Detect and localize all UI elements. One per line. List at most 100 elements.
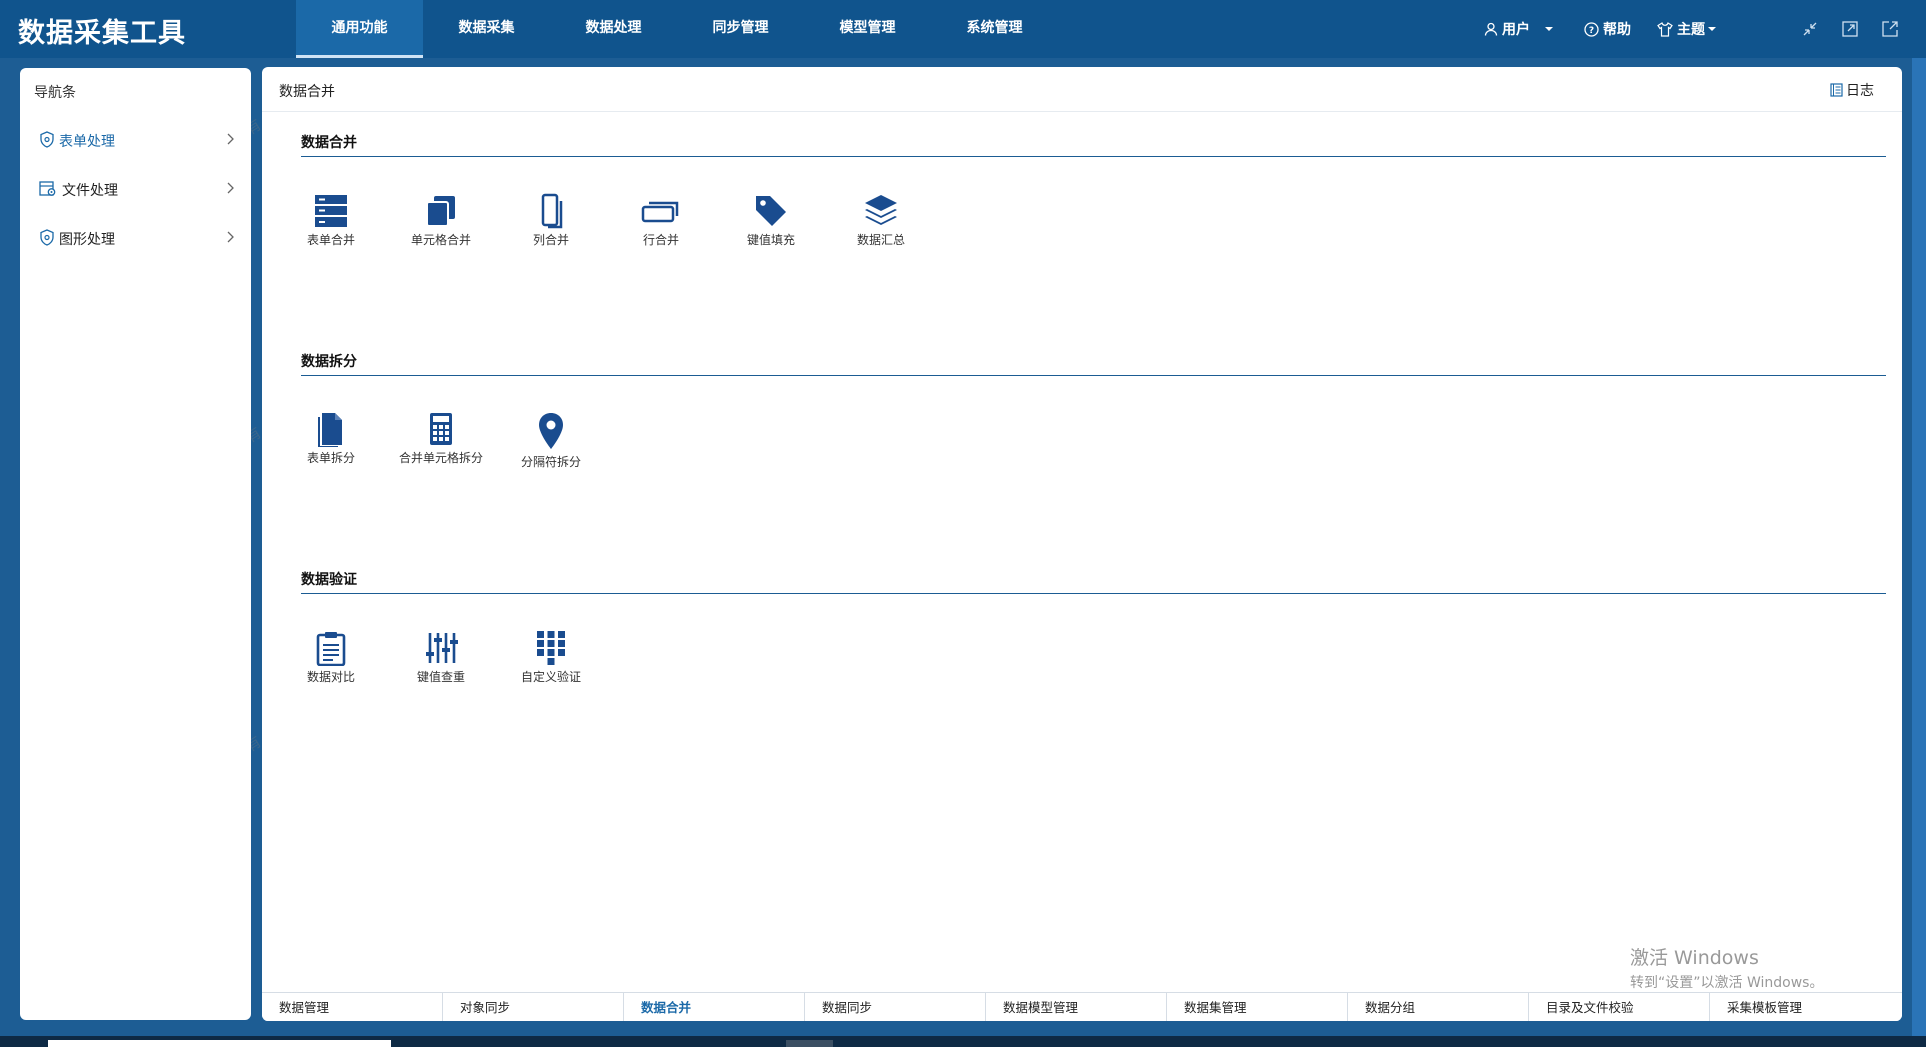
main-panel: 数据合并 日志 数据合并 表单合并 单元格合并 列合并 行合并 键值填充 数据汇… <box>262 67 1902 1021</box>
bottom-tab-object-sync[interactable]: 对象同步 <box>443 993 624 1021</box>
minimize-icon[interactable] <box>1800 19 1820 39</box>
sidebar-item-label: 表单处理 <box>59 134 115 150</box>
layers-icon <box>865 195 897 225</box>
bottom-tab-dataset-management[interactable]: 数据集管理 <box>1167 993 1348 1021</box>
tool-label: 表单合并 <box>306 233 355 247</box>
bottom-tab-data-model-management[interactable]: 数据模型管理 <box>986 993 1167 1021</box>
tool-label: 自定义验证 <box>520 670 581 684</box>
chevron-right-icon <box>227 133 234 145</box>
tool-key-duplicate-check[interactable]: 键值查重 <box>391 630 491 685</box>
tool-label: 合并单元格拆分 <box>398 451 483 465</box>
clipboard-icon <box>316 632 346 666</box>
shield-icon <box>40 131 54 148</box>
nav-tab-sync[interactable]: 同步管理 <box>677 0 804 58</box>
map-pin-icon <box>539 413 563 449</box>
section-divider <box>301 375 1886 376</box>
log-icon <box>1830 83 1843 97</box>
sidebar-item-form-processing[interactable]: 表单处理 <box>20 125 251 155</box>
bottom-tab-data-sync[interactable]: 数据同步 <box>805 993 986 1021</box>
section-title-split: 数据拆分 <box>301 354 357 370</box>
caret-down-icon <box>1545 27 1553 31</box>
nav-tab-general[interactable]: 通用功能 <box>296 0 423 58</box>
tag-icon <box>756 196 786 226</box>
sidebar-item-label: 图形处理 <box>59 232 115 248</box>
shield-icon <box>40 229 54 246</box>
activation-subtitle: 转到“设置”以激活 Windows。 <box>1630 975 1824 991</box>
section-title-merge: 数据合并 <box>301 135 357 151</box>
svg-text:?: ? <box>1589 26 1594 36</box>
panel-header: 数据合并 日志 <box>262 67 1902 112</box>
taskbar-app[interactable] <box>786 1040 833 1047</box>
bottom-tab-directory-file-check[interactable]: 目录及文件校验 <box>1529 993 1710 1021</box>
sliders-icon <box>426 633 458 663</box>
section-divider <box>301 593 1886 594</box>
sidebar: 导航条 表单处理 文件处理 图形处理 <box>20 68 251 1020</box>
popout-icon[interactable] <box>1880 19 1900 39</box>
top-bar: 数据采集工具 通用功能 数据采集 数据处理 同步管理 模型管理 系统管理 用户 … <box>0 0 1926 58</box>
sidebar-item-graphic-processing[interactable]: 图形处理 <box>20 223 251 253</box>
sidebar-title: 导航条 <box>34 85 76 101</box>
help-icon: ? <box>1584 21 1599 37</box>
user-label: 用户 <box>1502 22 1530 38</box>
tool-merged-cell-split[interactable]: 合并单元格拆分 <box>391 411 491 466</box>
calculator-icon <box>430 413 452 445</box>
section-divider <box>301 156 1886 157</box>
tool-data-summary[interactable]: 数据汇总 <box>831 193 931 248</box>
nav-tab-system[interactable]: 系统管理 <box>931 0 1058 58</box>
file-gear-icon <box>39 181 56 196</box>
maximize-icon[interactable] <box>1840 19 1860 39</box>
tool-custom-validation[interactable]: 自定义验证 <box>501 630 601 685</box>
log-label: 日志 <box>1846 83 1874 99</box>
caret-down-icon <box>1708 27 1716 31</box>
shirt-icon <box>1657 21 1673 37</box>
tool-column-merge[interactable]: 列合并 <box>501 193 601 248</box>
taskbar-search[interactable] <box>48 1040 391 1047</box>
windows-activation-notice: 激活 Windows 转到“设置”以激活 Windows。 <box>1630 943 1823 992</box>
tool-data-compare[interactable]: 数据对比 <box>281 630 381 685</box>
help-button[interactable]: ? 帮助 <box>1584 19 1631 39</box>
sidebar-item-file-processing[interactable]: 文件处理 <box>20 174 251 204</box>
copy-icon <box>426 196 455 227</box>
tool-cell-merge[interactable]: 单元格合并 <box>391 193 491 248</box>
tool-label: 分隔符拆分 <box>520 455 581 469</box>
tool-label: 键值填充 <box>746 233 795 247</box>
help-label: 帮助 <box>1603 22 1631 38</box>
keypad-icon <box>537 631 565 665</box>
chevron-right-icon <box>227 231 234 243</box>
tool-label: 单元格合并 <box>410 233 471 247</box>
document-icon <box>318 413 342 447</box>
top-right-menu: 用户 ? 帮助 主题 <box>1484 0 1747 58</box>
nav-tab-processing[interactable]: 数据处理 <box>550 0 677 58</box>
bottom-tab-bar: 数据管理 对象同步 数据合并 数据同步 数据模型管理 数据集管理 数据分组 目录… <box>262 992 1902 1021</box>
tool-key-fill[interactable]: 键值填充 <box>721 193 821 248</box>
main-nav: 通用功能 数据采集 数据处理 同步管理 模型管理 系统管理 <box>296 0 1058 58</box>
tool-delimiter-split[interactable]: 分隔符拆分 <box>501 411 601 470</box>
row-merge-icon <box>641 201 679 223</box>
tool-label: 数据对比 <box>306 670 355 684</box>
user-icon <box>1484 22 1498 36</box>
bottom-tab-data-merge[interactable]: 数据合并 <box>624 993 805 1021</box>
tool-row-merge[interactable]: 行合并 <box>611 193 711 248</box>
app-title: 数据采集工具 <box>18 18 186 49</box>
tool-label: 键值查重 <box>416 670 465 684</box>
tool-label: 表单拆分 <box>306 451 355 465</box>
bottom-tab-data-management[interactable]: 数据管理 <box>262 993 443 1021</box>
nav-tab-collection[interactable]: 数据采集 <box>423 0 550 58</box>
window-edge <box>1912 58 1926 1047</box>
tool-form-merge[interactable]: 表单合并 <box>281 193 381 248</box>
chevron-right-icon <box>227 182 234 194</box>
taskbar <box>0 1036 1926 1047</box>
theme-menu[interactable]: 主题 <box>1657 19 1721 39</box>
log-button[interactable]: 日志 <box>1830 80 1874 100</box>
tool-label: 列合并 <box>532 233 569 247</box>
tool-form-split[interactable]: 表单拆分 <box>281 411 381 466</box>
nav-tab-model[interactable]: 模型管理 <box>804 0 931 58</box>
tool-label: 数据汇总 <box>856 233 905 247</box>
user-menu[interactable]: 用户 <box>1484 19 1558 39</box>
server-icon <box>315 195 347 227</box>
activation-title: 激活 Windows <box>1630 947 1759 969</box>
panel-title: 数据合并 <box>279 84 335 100</box>
bottom-tab-template-management[interactable]: 采集模板管理 <box>1710 993 1891 1021</box>
sidebar-item-label: 文件处理 <box>62 183 118 199</box>
bottom-tab-data-grouping[interactable]: 数据分组 <box>1348 993 1529 1021</box>
